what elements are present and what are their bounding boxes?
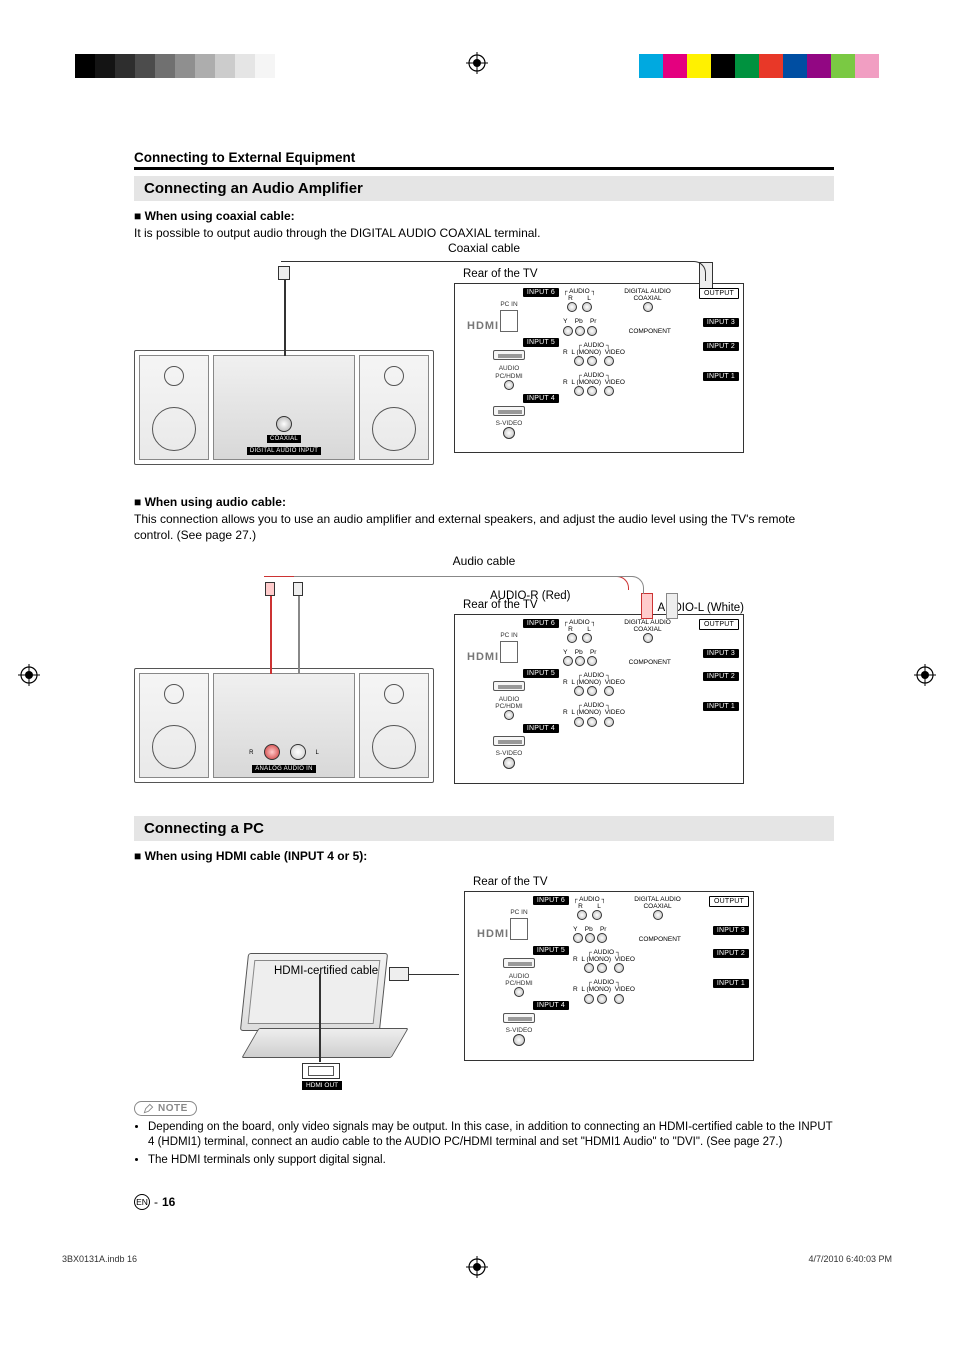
coaxial-jack-icon: [276, 416, 292, 432]
input-chip: INPUT 6: [523, 288, 559, 297]
registration-mark-icon: [914, 664, 936, 686]
panel-right-column: ┌ AUDIO ┐R L DIGITAL AUDIOCOAXIAL OUTPUT…: [563, 288, 739, 448]
rca-white-jack-icon: [290, 744, 306, 760]
figure-audio-cable: AUDIO-R (Red) AUDIO-L (White) R L ANALOG…: [134, 578, 744, 798]
cable-line: [281, 261, 706, 281]
paragraph: This connection allows you to use an aud…: [134, 511, 834, 543]
page-footer: EN - 16: [134, 1194, 175, 1210]
cable-line: [319, 974, 321, 1062]
panel-right-column: ┌ AUDIO ┐R L DIGITAL AUDIOCOAXIAL OUTPUT…: [563, 619, 739, 779]
port-label: DIGITAL AUDIO INPUT: [247, 447, 321, 455]
port-label: HDMI OUT: [302, 1081, 342, 1090]
note-badge: NOTE: [134, 1101, 197, 1116]
registration-mark-icon: [18, 664, 40, 686]
printer-marks: [0, 46, 954, 82]
port-label: COMPONENT: [629, 328, 671, 335]
stereo-system-illustration: R L ANALOG AUDIO IN: [134, 668, 434, 783]
port-label: AUDIO: [569, 288, 590, 295]
jack-icon: [504, 380, 514, 390]
port-label: COAXIAL: [267, 435, 301, 443]
input-chip: INPUT 1: [703, 372, 739, 381]
cable-label: HDMI-certified cable: [274, 965, 378, 977]
color-bar: [639, 54, 879, 78]
panel-left-column: INPUT 6 HDMI PC IN INPUT 5 AUDIOPC/HDMI …: [469, 896, 569, 1056]
print-timestamp: 4/7/2010 6:40:03 PM: [808, 1254, 892, 1264]
tv-rear-panel: Rear of the TV INPUT 6 HDMI PC IN INPUT …: [464, 891, 754, 1061]
section-title-amplifier: Connecting an Audio Amplifier: [134, 176, 834, 201]
pencil-icon: [143, 1103, 154, 1114]
port-label: COAXIAL: [633, 295, 661, 302]
figure-hdmi-pc: HDMI OUT HDMI-certified cable Rear of th…: [134, 873, 774, 1083]
content: Connecting to External Equipment Connect…: [134, 150, 834, 1170]
output-chip: OUTPUT: [699, 288, 739, 299]
note-item: Depending on the board, only video signa…: [148, 1120, 834, 1151]
speaker-icon: [359, 355, 429, 460]
input-chip: INPUT 2: [703, 342, 739, 351]
input-chip: INPUT 3: [703, 318, 739, 327]
panel-title: Rear of the TV: [473, 876, 548, 888]
print-footer: 3BX0131A.indb 16 4/7/2010 6:40:03 PM: [62, 1254, 892, 1264]
port-label: S-VIDEO: [496, 420, 523, 427]
rca-red-jack-icon: [264, 744, 280, 760]
note-item: The HDMI terminals only support digital …: [148, 1153, 834, 1169]
port-label: ANALOG AUDIO IN: [252, 765, 316, 773]
paragraph: It is possible to output audio through t…: [134, 225, 834, 241]
cable-plug-icon: [389, 967, 409, 981]
panel-title: Rear of the TV: [463, 599, 538, 611]
cable-line: [294, 576, 644, 594]
port-label: AUDIO: [499, 365, 520, 372]
cable-plug-icon: [666, 593, 678, 619]
speaker-icon: [359, 673, 429, 778]
grayscale-bar: [75, 54, 275, 78]
page-number: 16: [162, 1195, 175, 1209]
subheading-audio-cable: When using audio cable:: [134, 495, 834, 509]
hdmi-port-icon: [493, 406, 525, 416]
tv-rear-panel: Rear of the TV INPUT 6 HDMI PC IN INPUT …: [454, 283, 744, 453]
registration-mark-icon: [466, 52, 488, 74]
divider: [134, 167, 834, 170]
panel-left-column: INPUT 6 HDMI PC IN INPUT 5 AUDIOPC/HDMI …: [459, 288, 559, 448]
stereo-system-illustration: COAXIAL DIGITAL AUDIO INPUT: [134, 350, 434, 465]
panel-left-column: INPUT 6 HDMI PC IN INPUT 5 AUDIOPC/HDMI …: [459, 619, 559, 779]
note-label: NOTE: [158, 1103, 188, 1114]
figure-caption: Audio cable: [134, 554, 834, 568]
language-badge: EN: [134, 1194, 150, 1210]
subheading-coaxial: When using coaxial cable:: [134, 209, 834, 223]
input-chip: INPUT 4: [523, 394, 559, 403]
amplifier-icon: COAXIAL DIGITAL AUDIO INPUT: [213, 355, 355, 460]
tv-rear-panel: Rear of the TV INPUT 6 HDMI PC IN INPUT …: [454, 614, 744, 784]
print-file: 3BX0131A.indb 16: [62, 1254, 137, 1264]
speaker-icon: [139, 355, 209, 460]
section-title-pc: Connecting a PC: [134, 816, 834, 841]
subheading-hdmi: When using HDMI cable (INPUT 4 or 5):: [134, 849, 834, 863]
cable-plug-icon: [641, 593, 653, 619]
speaker-icon: [139, 673, 209, 778]
hdmi-port-icon: [493, 350, 525, 360]
figure-coaxial: COAXIAL DIGITAL AUDIO INPUT Rear of the …: [134, 265, 744, 465]
svideo-jack-icon: [503, 427, 515, 439]
input-chip: INPUT 5: [523, 338, 559, 347]
amplifier-icon: R L ANALOG AUDIO IN: [213, 673, 355, 778]
port-label: PC/HDMI: [495, 373, 522, 380]
port-label: PC IN: [500, 301, 517, 308]
panel-right-column: ┌ AUDIO ┐R L DIGITAL AUDIOCOAXIAL OUTPUT…: [573, 896, 749, 1056]
figure-caption: Coaxial cable: [134, 241, 834, 255]
note-list: Depending on the board, only video signa…: [134, 1120, 834, 1169]
hdmi-logo-icon: HDMI: [467, 320, 499, 332]
chapter-title: Connecting to External Equipment: [134, 150, 834, 165]
port-label: DIGITAL AUDIO: [624, 288, 671, 295]
page: Connecting to External Equipment Connect…: [0, 0, 954, 1350]
hdmi-out-port-icon: [302, 1063, 340, 1079]
